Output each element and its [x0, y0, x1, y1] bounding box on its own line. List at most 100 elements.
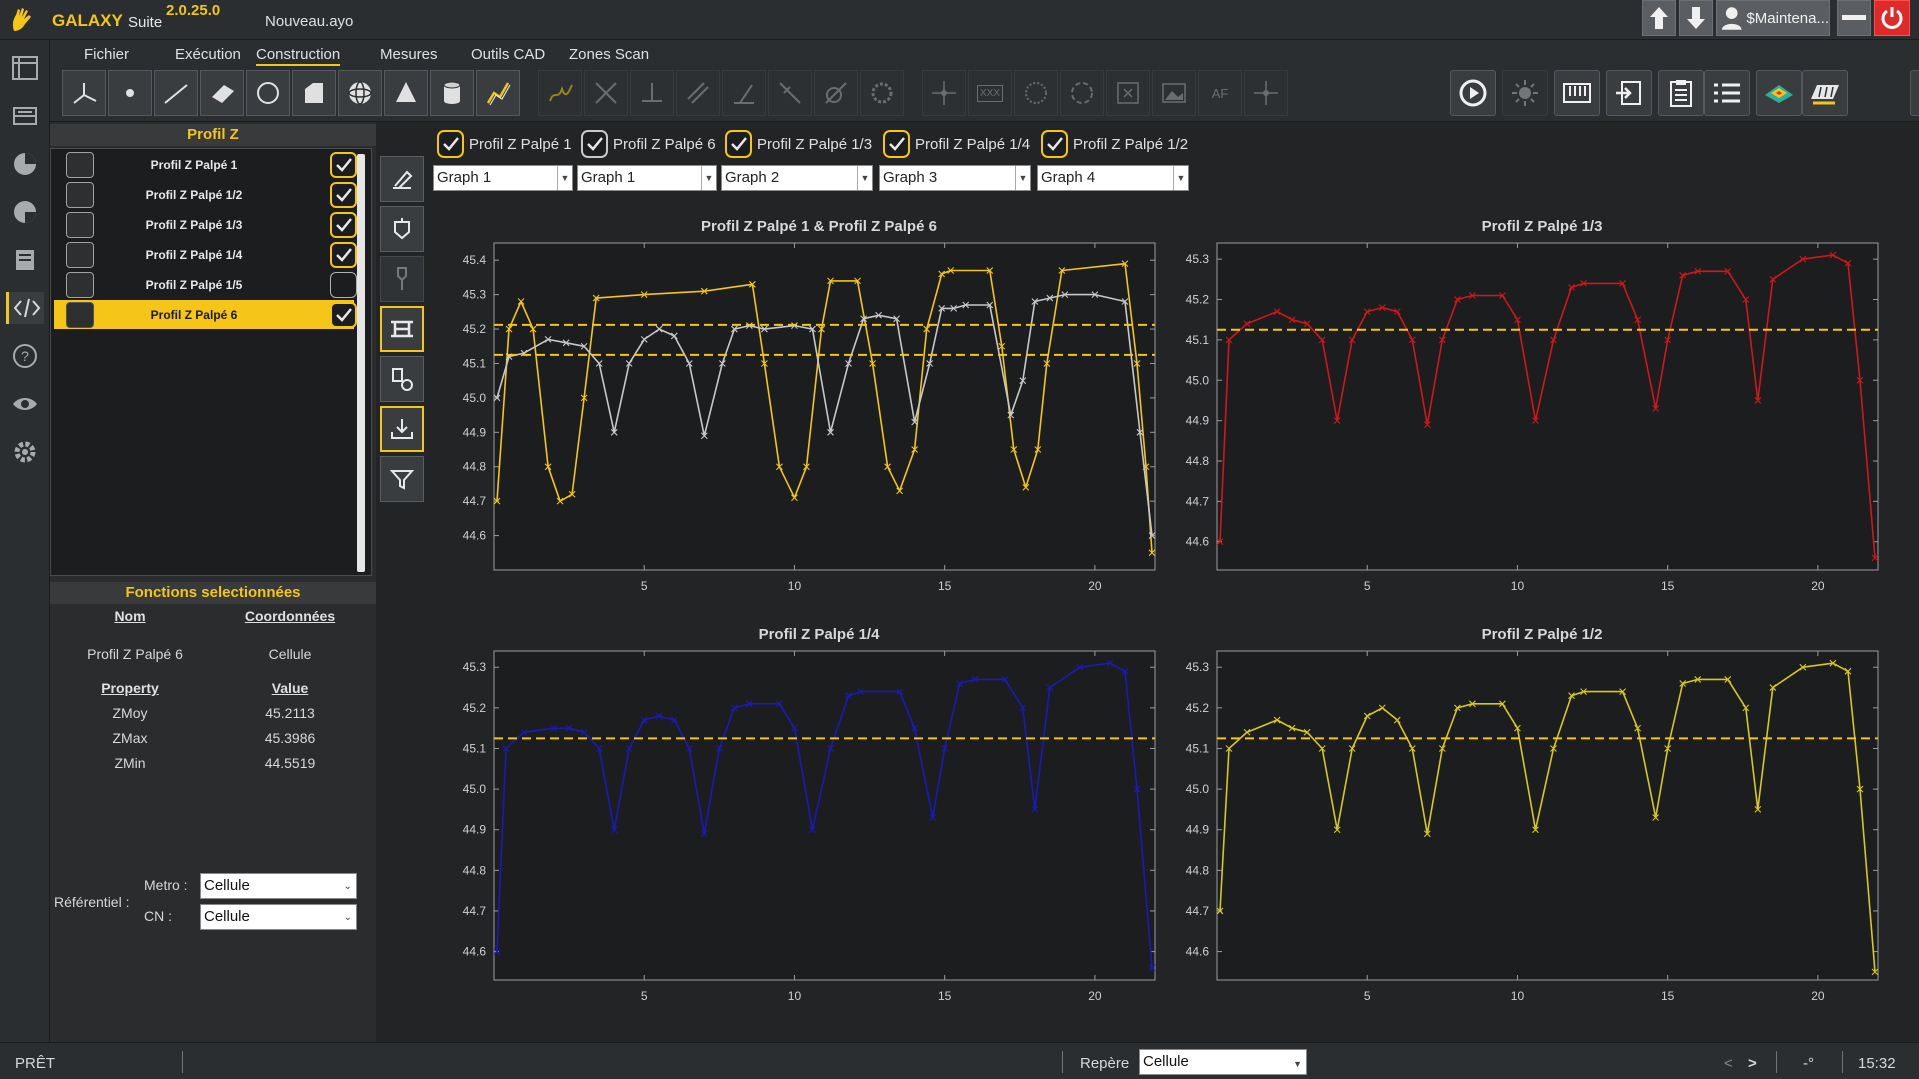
cone-tool[interactable]	[384, 70, 428, 116]
profile-color-swatch[interactable]	[66, 152, 94, 178]
metro-select[interactable]: Cellule ⌄	[200, 873, 357, 899]
menu-mesures[interactable]: Mesures	[380, 46, 438, 63]
profile-color-swatch[interactable]	[66, 182, 94, 208]
download-button[interactable]	[1679, 0, 1713, 36]
chart-4[interactable]: 44.6 44.7 44.8 44.9 45.0 45.1 45.2 45.3 5 10 15 20	[1163, 648, 1883, 1010]
cylinder-tool[interactable]	[430, 70, 474, 116]
circle-pattern-tool[interactable]	[1060, 70, 1104, 116]
rail-view-button[interactable]	[9, 388, 41, 420]
curve-tool[interactable]	[476, 70, 520, 116]
centroid-tool[interactable]	[922, 70, 966, 116]
intersect-tool[interactable]	[584, 70, 628, 116]
target-tool[interactable]	[1244, 70, 1288, 116]
menu-outils-cad[interactable]: Outils CAD	[471, 46, 545, 63]
rail-settings-button[interactable]	[9, 436, 41, 468]
print-button[interactable]	[1910, 70, 1919, 116]
spring-tool[interactable]	[538, 70, 582, 116]
xxx-tool[interactable]: XXX	[968, 70, 1012, 116]
profile-row-3[interactable]: Profil Z Palpé 1/3	[54, 210, 357, 239]
probe-tip-button[interactable]	[380, 256, 424, 302]
series-checkbox[interactable]	[883, 130, 910, 158]
edit-path-button[interactable]	[380, 156, 424, 202]
series-checkbox[interactable]	[1041, 130, 1068, 158]
sphere-tool[interactable]	[338, 70, 382, 116]
profile-button[interactable]	[380, 306, 424, 352]
profile-checkbox[interactable]	[330, 182, 357, 208]
profile-color-swatch[interactable]	[66, 242, 94, 268]
profile-color-swatch[interactable]	[66, 212, 94, 238]
profile-row-4[interactable]: Profil Z Palpé 1/4	[54, 240, 357, 269]
image-tool[interactable]	[1152, 70, 1196, 116]
chart-3[interactable]: 44.6 44.7 44.8 44.9 45.0 45.1 45.2 45.3 5 10 15 20	[440, 648, 1160, 1010]
graph-select[interactable]: Graph 1 ▼	[433, 165, 573, 191]
profile-checkbox[interactable]	[330, 212, 357, 238]
axis-tool[interactable]	[62, 70, 106, 116]
run-button[interactable]	[1450, 70, 1496, 116]
cn-select[interactable]: Cellule ⌄	[200, 904, 357, 930]
repere-select[interactable]: Cellule ▼	[1139, 1049, 1307, 1075]
rail-code-button[interactable]	[6, 292, 44, 324]
point-tool[interactable]	[108, 70, 152, 116]
series-checkbox[interactable]	[725, 130, 752, 158]
sensor-button[interactable]	[380, 356, 424, 402]
chart-1[interactable]: 44.6 44.7 44.8 44.9 45.0 45.1 45.2 45.3 45.4 5 10 1…	[440, 240, 1160, 600]
report-button[interactable]	[1658, 70, 1704, 116]
symmetric-tool[interactable]	[768, 70, 812, 116]
rail-inbox-button[interactable]	[9, 100, 41, 132]
upload-button[interactable]	[1642, 0, 1676, 36]
keyboard-button[interactable]	[1554, 70, 1600, 116]
profile-checkbox[interactable]	[330, 272, 357, 298]
menu-construction[interactable]: Construction	[256, 46, 341, 66]
af-tool[interactable]: AF	[1198, 70, 1242, 116]
menu-execution[interactable]: Exécution	[175, 46, 241, 63]
list-button[interactable]	[1704, 70, 1750, 116]
profile-row-6[interactable]: Profil Z Palpé 6	[54, 300, 357, 329]
user-button[interactable]: $Maintena...	[1716, 0, 1830, 36]
graph-select[interactable]: Graph 4 ▼	[1037, 165, 1189, 191]
rail-book-button[interactable]	[9, 244, 41, 276]
filter-button[interactable]	[380, 456, 424, 502]
menu-zones-scan[interactable]: Zones Scan	[569, 46, 649, 63]
graph-select[interactable]: Graph 2 ▼	[721, 165, 873, 191]
project-tool[interactable]	[630, 70, 674, 116]
slot-tool[interactable]	[292, 70, 336, 116]
line-tool[interactable]	[154, 70, 198, 116]
pattern-tool[interactable]	[1014, 70, 1058, 116]
profile-row-1[interactable]: Profil Z Palpé 1	[54, 150, 357, 179]
power-button[interactable]	[1874, 0, 1910, 36]
minimize-button[interactable]	[1837, 0, 1871, 36]
nav-prev-button[interactable]: <	[1724, 1055, 1733, 1072]
series-checkbox[interactable]	[581, 130, 608, 158]
parallel-tool[interactable]	[676, 70, 720, 116]
profile-checkbox[interactable]	[330, 152, 357, 178]
probe-button[interactable]	[380, 206, 424, 252]
series-checkbox[interactable]	[437, 130, 464, 158]
import-button[interactable]	[380, 406, 424, 452]
rail-stats-button[interactable]	[9, 148, 41, 180]
rail-stats-alt-button[interactable]	[9, 196, 41, 228]
profile-row-5[interactable]: Profil Z Palpé 1/5	[54, 270, 357, 299]
menu-fichier[interactable]: Fichier	[84, 46, 129, 63]
light-button[interactable]	[1502, 70, 1548, 116]
graph-select[interactable]: Graph 1 ▼	[577, 165, 717, 191]
graph-select[interactable]: Graph 3 ▼	[879, 165, 1031, 191]
nav-next-button[interactable]: >	[1748, 1055, 1757, 1072]
profile-color-swatch[interactable]	[66, 272, 94, 298]
profile-row-2[interactable]: Profil Z Palpé 1/2	[54, 180, 357, 209]
rail-frame-button[interactable]	[9, 52, 41, 84]
chart-2[interactable]: 44.6 44.7 44.8 44.9 45.0 45.1 45.2 45.3 5 10 15 20	[1163, 240, 1883, 600]
circle-tool[interactable]	[246, 70, 290, 116]
rail-help-button[interactable]: ?	[9, 340, 41, 372]
profile-list-scrollbar[interactable]	[357, 154, 365, 572]
surface-map-button[interactable]	[1756, 70, 1802, 116]
perpendicular-tool[interactable]	[722, 70, 766, 116]
profile-checkbox[interactable]	[330, 242, 357, 268]
tangent-tool[interactable]	[814, 70, 858, 116]
profile-checkbox[interactable]	[330, 302, 357, 328]
plane-tool[interactable]	[200, 70, 244, 116]
profile-color-swatch[interactable]	[66, 302, 94, 328]
scan-button[interactable]	[1802, 70, 1848, 116]
gear-tool[interactable]	[860, 70, 904, 116]
export-button[interactable]	[1606, 70, 1652, 116]
frame-x-tool[interactable]	[1106, 70, 1150, 116]
